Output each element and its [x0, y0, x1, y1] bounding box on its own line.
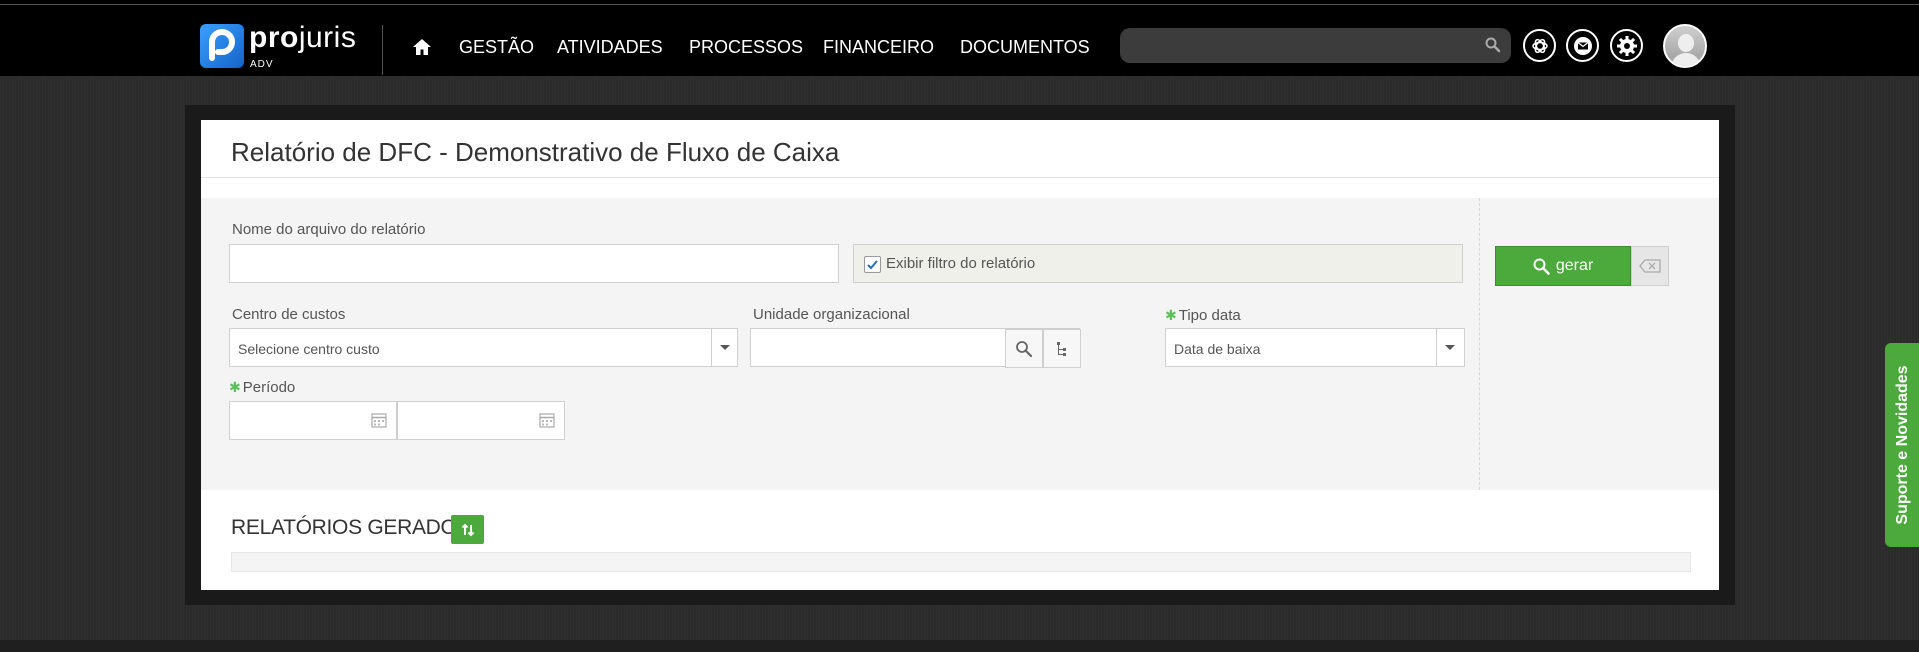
support-news-label: Suporte e Novidades — [1894, 365, 1911, 525]
show-filter-checkbox[interactable] — [864, 256, 881, 273]
org-unit-search-button[interactable] — [1005, 329, 1043, 368]
chevron-down-icon — [1445, 345, 1455, 350]
sort-icon — [461, 523, 474, 536]
calendar-icon[interactable] — [539, 412, 555, 428]
show-filter-toggle[interactable]: Exibir filtro do relatório — [853, 244, 1463, 283]
messages-button[interactable] — [1566, 29, 1599, 62]
page-title: Relatório de DFC - Demonstrativo de Flux… — [231, 137, 840, 167]
support-news-tab[interactable]: Suporte e Novidades — [1885, 343, 1919, 547]
search-icon — [1016, 340, 1033, 357]
search-icon — [1533, 258, 1550, 275]
period-end-input[interactable] — [398, 402, 528, 439]
clear-filters-button[interactable] — [1631, 246, 1669, 286]
org-unit-tree-button[interactable] — [1043, 329, 1081, 368]
chevron-down-icon — [720, 345, 730, 350]
settings-button[interactable] — [1610, 29, 1643, 62]
check-icon — [867, 260, 878, 270]
required-asterisk-icon: ✱ — [1165, 307, 1177, 323]
show-filter-label: Exibir filtro do relatório — [886, 255, 1036, 272]
gear-icon — [1616, 35, 1637, 56]
generated-reports-table — [231, 552, 1691, 572]
ai-assistant-button[interactable] — [1523, 29, 1556, 62]
org-unit-input[interactable] — [751, 329, 1005, 366]
nav-atividades[interactable]: ATIVIDADES — [557, 36, 663, 58]
period-end-field[interactable] — [397, 401, 565, 440]
org-unit-label: Unidade organizacional — [753, 306, 910, 323]
nav-gestao[interactable]: GESTÃO — [459, 36, 534, 58]
user-avatar[interactable] — [1663, 24, 1707, 68]
report-panel: Relatório de DFC - Demonstrativo de Flux… — [201, 120, 1719, 590]
global-search[interactable] — [1120, 28, 1511, 63]
home-icon[interactable] — [412, 37, 432, 57]
backspace-icon — [1639, 259, 1661, 273]
file-name-label: Nome do arquivo do relatório — [232, 221, 426, 238]
file-name-field[interactable] — [229, 244, 839, 283]
title-divider — [201, 177, 1719, 178]
projuris-logo-icon[interactable] — [200, 24, 244, 68]
generate-button[interactable]: gerar — [1495, 246, 1631, 286]
period-start-field[interactable] — [229, 401, 397, 440]
period-label: ✱ Período — [229, 379, 296, 396]
nav-financeiro[interactable]: FINANCEIRO — [823, 36, 934, 58]
search-input[interactable] — [1120, 28, 1511, 63]
generated-reports-title: RELATÓRIOS GERADOS — [231, 516, 471, 539]
brand-sub: ADV — [250, 59, 274, 70]
openai-icon — [1531, 38, 1548, 53]
nav-divider — [382, 25, 383, 75]
tree-icon — [1057, 341, 1066, 356]
filter-area: Nome do arquivo do relatório Exibir filt… — [201, 198, 1719, 490]
required-asterisk-icon: ✱ — [229, 379, 241, 395]
cost-center-label: Centro de custos — [232, 306, 346, 323]
generate-button-label: gerar — [1555, 257, 1594, 274]
nav-documentos[interactable]: DOCUMENTOS — [960, 36, 1090, 58]
search-icon[interactable] — [1485, 37, 1501, 53]
avatar-body — [1671, 53, 1701, 66]
brand-name[interactable]: projuris — [249, 23, 356, 53]
footer-strip — [0, 640, 1919, 652]
date-type-select[interactable]: Data de baixa — [1165, 328, 1465, 367]
date-type-dropdown-toggle[interactable] — [1436, 329, 1464, 366]
calendar-icon[interactable] — [371, 412, 387, 428]
period-start-input[interactable] — [230, 402, 360, 439]
date-type-value: Data de baixa — [1174, 341, 1261, 357]
date-type-label: ✱ Tipo data — [1165, 307, 1241, 324]
cost-center-dropdown-toggle[interactable] — [711, 329, 737, 366]
org-unit-field[interactable] — [750, 328, 1081, 368]
navbar: projuris ADV GESTÃO ATIVIDADES PROCESSOS… — [0, 5, 1919, 76]
mail-icon — [1573, 36, 1592, 55]
nav-processos[interactable]: PROCESSOS — [689, 36, 803, 58]
actions-divider — [1479, 198, 1480, 490]
sort-button[interactable] — [451, 515, 484, 544]
file-name-input[interactable] — [230, 245, 838, 282]
cost-center-value: Selecione centro custo — [238, 341, 380, 357]
avatar-head — [1678, 34, 1694, 52]
cost-center-select[interactable]: Selecione centro custo — [229, 328, 738, 367]
